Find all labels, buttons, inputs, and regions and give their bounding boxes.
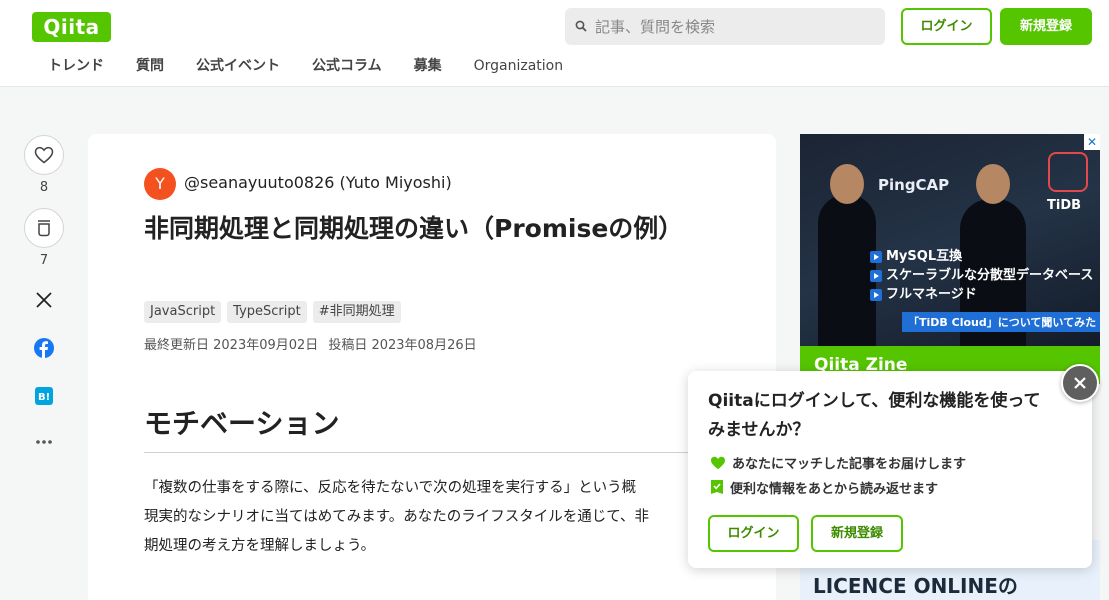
like-count: 8 [39, 180, 49, 195]
share-facebook-button[interactable] [24, 337, 64, 359]
login-button[interactable]: ログイン [901, 8, 992, 45]
tag-list: JavaScript TypeScript #非同期処理 [144, 301, 401, 323]
search-icon [575, 20, 587, 32]
ad-feature-text: フルマネージド [886, 287, 977, 302]
heart-icon [34, 146, 54, 164]
heart-icon [711, 456, 725, 469]
facebook-icon [34, 338, 54, 358]
nav-official-column[interactable]: 公式コラム [296, 56, 398, 78]
popup-title: Qiitaにログインして、便利な機能を使ってみませんか？ [708, 391, 1041, 440]
article-card: Y @seanayuuto0826 (Yuto Miyoshi) 非同期処理と同… [88, 134, 776, 600]
nav-questions[interactable]: 質問 [120, 56, 180, 78]
search-box[interactable] [565, 8, 885, 45]
signup-button[interactable]: 新規登録 [1000, 8, 1092, 45]
ad-feature: スケーラブルな分散型データベース [870, 266, 1093, 285]
tag-typescript[interactable]: TypeScript [227, 301, 307, 323]
site-header: Qiita ログイン 新規登録 トレンド 質問 公式イベント 公式コラム 募集 … [0, 0, 1109, 87]
article-title: 非同期処理と同期処理の違い（Promiseの例） [144, 214, 684, 243]
posted-date: 投稿日 2023年08月26日 [328, 338, 477, 353]
stock-count: 7 [39, 253, 49, 268]
svg-text:B!: B! [38, 392, 50, 403]
author-name[interactable]: @seanayuuto0826 (Yuto Miyoshi) [184, 173, 452, 192]
nav-trend[interactable]: トレンド [32, 56, 120, 78]
ad-person-right-head [976, 164, 1010, 204]
ad-feature-list: MySQL互換 スケーラブルな分散型データベース フルマネージド [870, 247, 1093, 304]
ad-product: TiDB [1047, 198, 1082, 213]
more-icon [36, 440, 52, 444]
close-icon [1074, 377, 1086, 389]
popup-feature: 便利な情報をあとから読み返せます [710, 478, 938, 497]
popup-close-button[interactable] [1061, 364, 1099, 402]
tidb-logo-icon [1048, 152, 1088, 192]
popup-login-button[interactable]: ログイン [708, 515, 799, 552]
play-icon [870, 288, 882, 301]
sidebar-ad[interactable]: ✕ PingCAP TiDB MySQL互換 スケーラブルな分散型データベース … [800, 134, 1100, 384]
hatena-bookmark-icon: B! [35, 387, 53, 405]
qiita-logo[interactable]: Qiita [32, 12, 111, 42]
ad2-text: LICENCE ONLINEの [813, 574, 1018, 598]
ad-feature-text: MySQL互換 [886, 249, 963, 264]
article-dates: 最終更新日 2023年09月02日 投稿日 2023年08月26日 [144, 334, 477, 353]
share-hatena-button[interactable]: B! [24, 385, 64, 407]
ad-person-left [818, 194, 876, 349]
bookmark-check-icon [711, 479, 723, 494]
ad-feature: MySQL互換 [870, 247, 1093, 266]
article-paragraph: 「複数の仕事をする際に、反応を待たないで次の処理を実行する」という概 現実的なシ… [144, 474, 744, 561]
updated-date: 最終更新日 2023年09月02日 [144, 338, 319, 353]
play-icon [870, 269, 882, 282]
play-icon [870, 250, 882, 263]
popup-signup-button[interactable]: 新規登録 [811, 515, 903, 552]
ad-cta: 「TiDB Cloud」について聞いてみた [902, 312, 1100, 332]
login-prompt-popup: Qiitaにログインして、便利な機能を使ってみませんか？ あなたにマッチした記事… [688, 371, 1092, 568]
ad-feature: フルマネージド [870, 285, 1093, 304]
stock-button[interactable] [24, 208, 64, 248]
nav-official-events[interactable]: 公式イベント [180, 56, 296, 78]
stock-icon [38, 220, 50, 237]
ad-person-left-head [830, 164, 864, 204]
ad-brand: PingCAP [878, 176, 950, 194]
paragraph-line: 期処理の考え方を理解しましょう。 [144, 538, 376, 554]
nav-recruit[interactable]: 募集 [398, 56, 458, 78]
like-button[interactable] [24, 135, 64, 175]
share-x-button[interactable] [24, 289, 64, 311]
popup-feature: あなたにマッチした記事をお届けします [710, 453, 966, 472]
x-icon [36, 292, 52, 308]
action-rail: 8 7 B! [24, 135, 64, 453]
tag-javascript[interactable]: JavaScript [144, 301, 222, 323]
ad-feature-text: スケーラブルな分散型データベース [886, 268, 1094, 283]
more-button[interactable] [24, 431, 64, 453]
main-nav: トレンド 質問 公式イベント 公式コラム 募集 Organization [32, 56, 579, 78]
search-input[interactable] [595, 8, 875, 45]
avatar[interactable]: Y [144, 168, 176, 200]
popup-feature-text: 便利な情報をあとから読み返せます [730, 482, 939, 497]
paragraph-line: 「複数の仕事をする際に、反応を待たないで次の処理を実行する」という概 [144, 480, 637, 496]
tag-async[interactable]: #非同期処理 [312, 301, 401, 323]
section-heading: モチベーション [144, 402, 724, 453]
ad-close-icon[interactable]: ✕ [1084, 134, 1100, 150]
paragraph-line: 現実的なシナリオに当てはめてみます。あなたのライフスタイルを通じて、非 [144, 509, 650, 525]
popup-feature-text: あなたにマッチした記事をお届けします [732, 457, 967, 472]
nav-organization[interactable]: Organization [458, 56, 580, 78]
